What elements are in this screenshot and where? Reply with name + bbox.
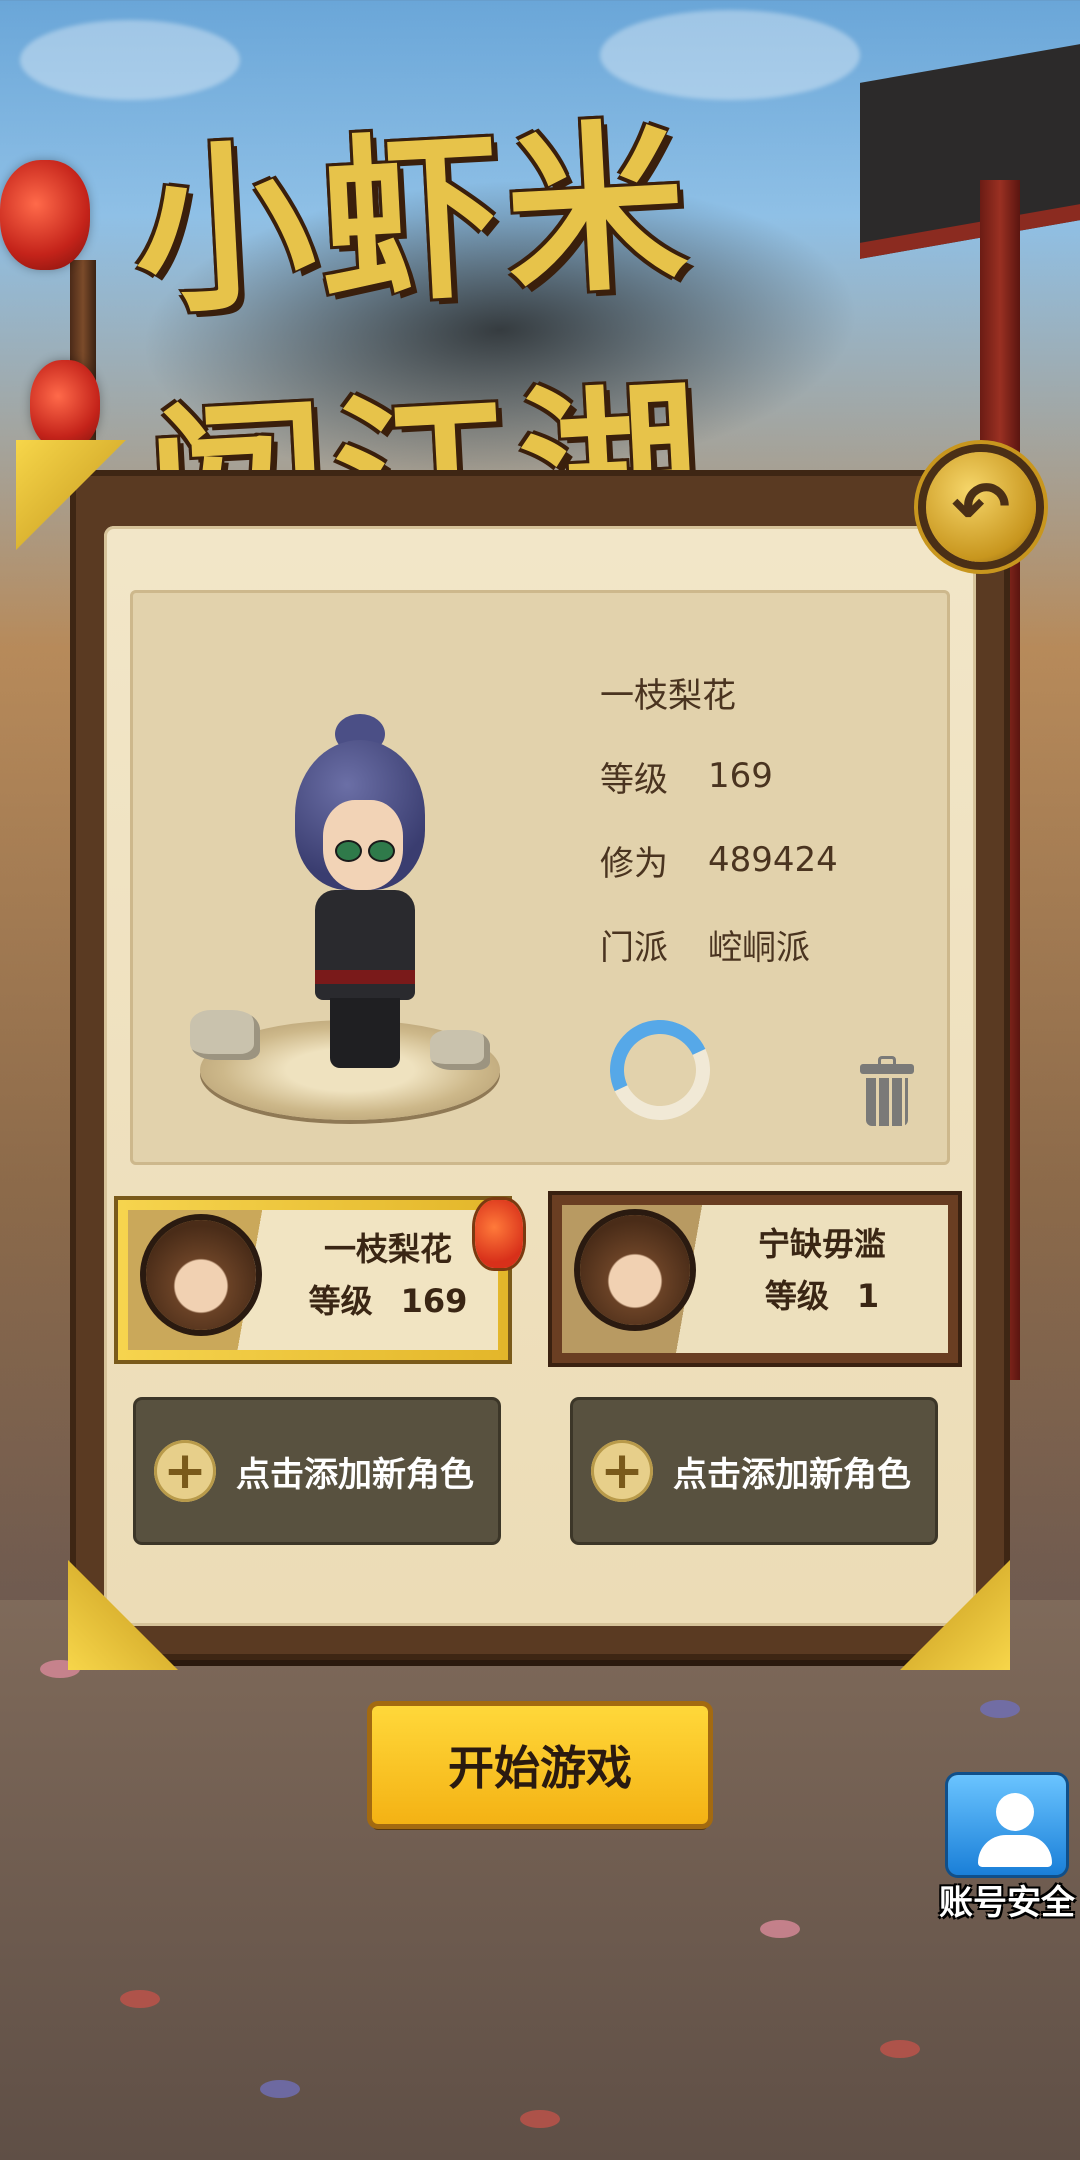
- character-name: 一枝梨花: [600, 675, 736, 716]
- street-ground: [0, 1600, 1080, 2160]
- lantern-icon: [30, 360, 100, 450]
- cultivation-label: 修为: [600, 843, 668, 884]
- plus-icon: +: [154, 1440, 216, 1502]
- plus-icon: +: [591, 1440, 653, 1502]
- game-logo: 小虾米闯江湖: [129, 100, 868, 600]
- back-button[interactable]: ↶: [926, 452, 1036, 562]
- character-slot-1[interactable]: 一枝梨花 等级 169: [118, 1200, 508, 1360]
- lantern-icon: [475, 1200, 523, 1268]
- user-icon: [948, 1775, 1066, 1875]
- temple-roof: [860, 37, 1080, 259]
- slot-level-label: 等级: [764, 1277, 829, 1315]
- avatar: [580, 1215, 690, 1325]
- add-character-label: 点击添加新角色: [236, 1454, 474, 1495]
- lantern-icon: [0, 160, 90, 270]
- character-slot-2[interactable]: 宁缺毋滥 等级 1: [552, 1195, 958, 1363]
- slot-level-value: 169: [400, 1282, 468, 1320]
- slot-name: 宁缺毋滥: [757, 1225, 886, 1263]
- slot-level-value: 1: [856, 1277, 880, 1315]
- add-character-button[interactable]: + 点击添加新角色: [573, 1400, 935, 1542]
- add-character-label: 点击添加新角色: [673, 1454, 911, 1495]
- delete-character-button[interactable]: [860, 1056, 914, 1126]
- level-label: 等级: [600, 759, 668, 800]
- character-preview: 一枝梨花 等级 169 修为 489424 门派 崆峒派: [130, 590, 950, 1165]
- character-model: [295, 714, 425, 1070]
- account-security-label: 账号安全: [939, 1883, 1075, 1923]
- sect-value: 崆峒派: [708, 927, 810, 968]
- start-game-button[interactable]: 开始游戏: [372, 1706, 708, 1824]
- slot-name: 一枝梨花: [323, 1230, 452, 1268]
- trash-icon: [878, 1056, 896, 1064]
- level-value: 169: [708, 756, 773, 796]
- account-security-button[interactable]: 账号安全: [939, 1775, 1075, 1925]
- slot-level-label: 等级: [308, 1282, 373, 1320]
- loading-spinner-icon: [595, 1005, 725, 1135]
- sect-label: 门派: [600, 927, 668, 968]
- avatar: [146, 1220, 256, 1330]
- back-arrow-icon: ↶: [951, 466, 1011, 548]
- add-character-button[interactable]: + 点击添加新角色: [136, 1400, 498, 1542]
- character-info: 一枝梨花 等级 169 修为 489424 门派 崆峒派: [600, 650, 838, 986]
- cultivation-value: 489424: [708, 840, 838, 880]
